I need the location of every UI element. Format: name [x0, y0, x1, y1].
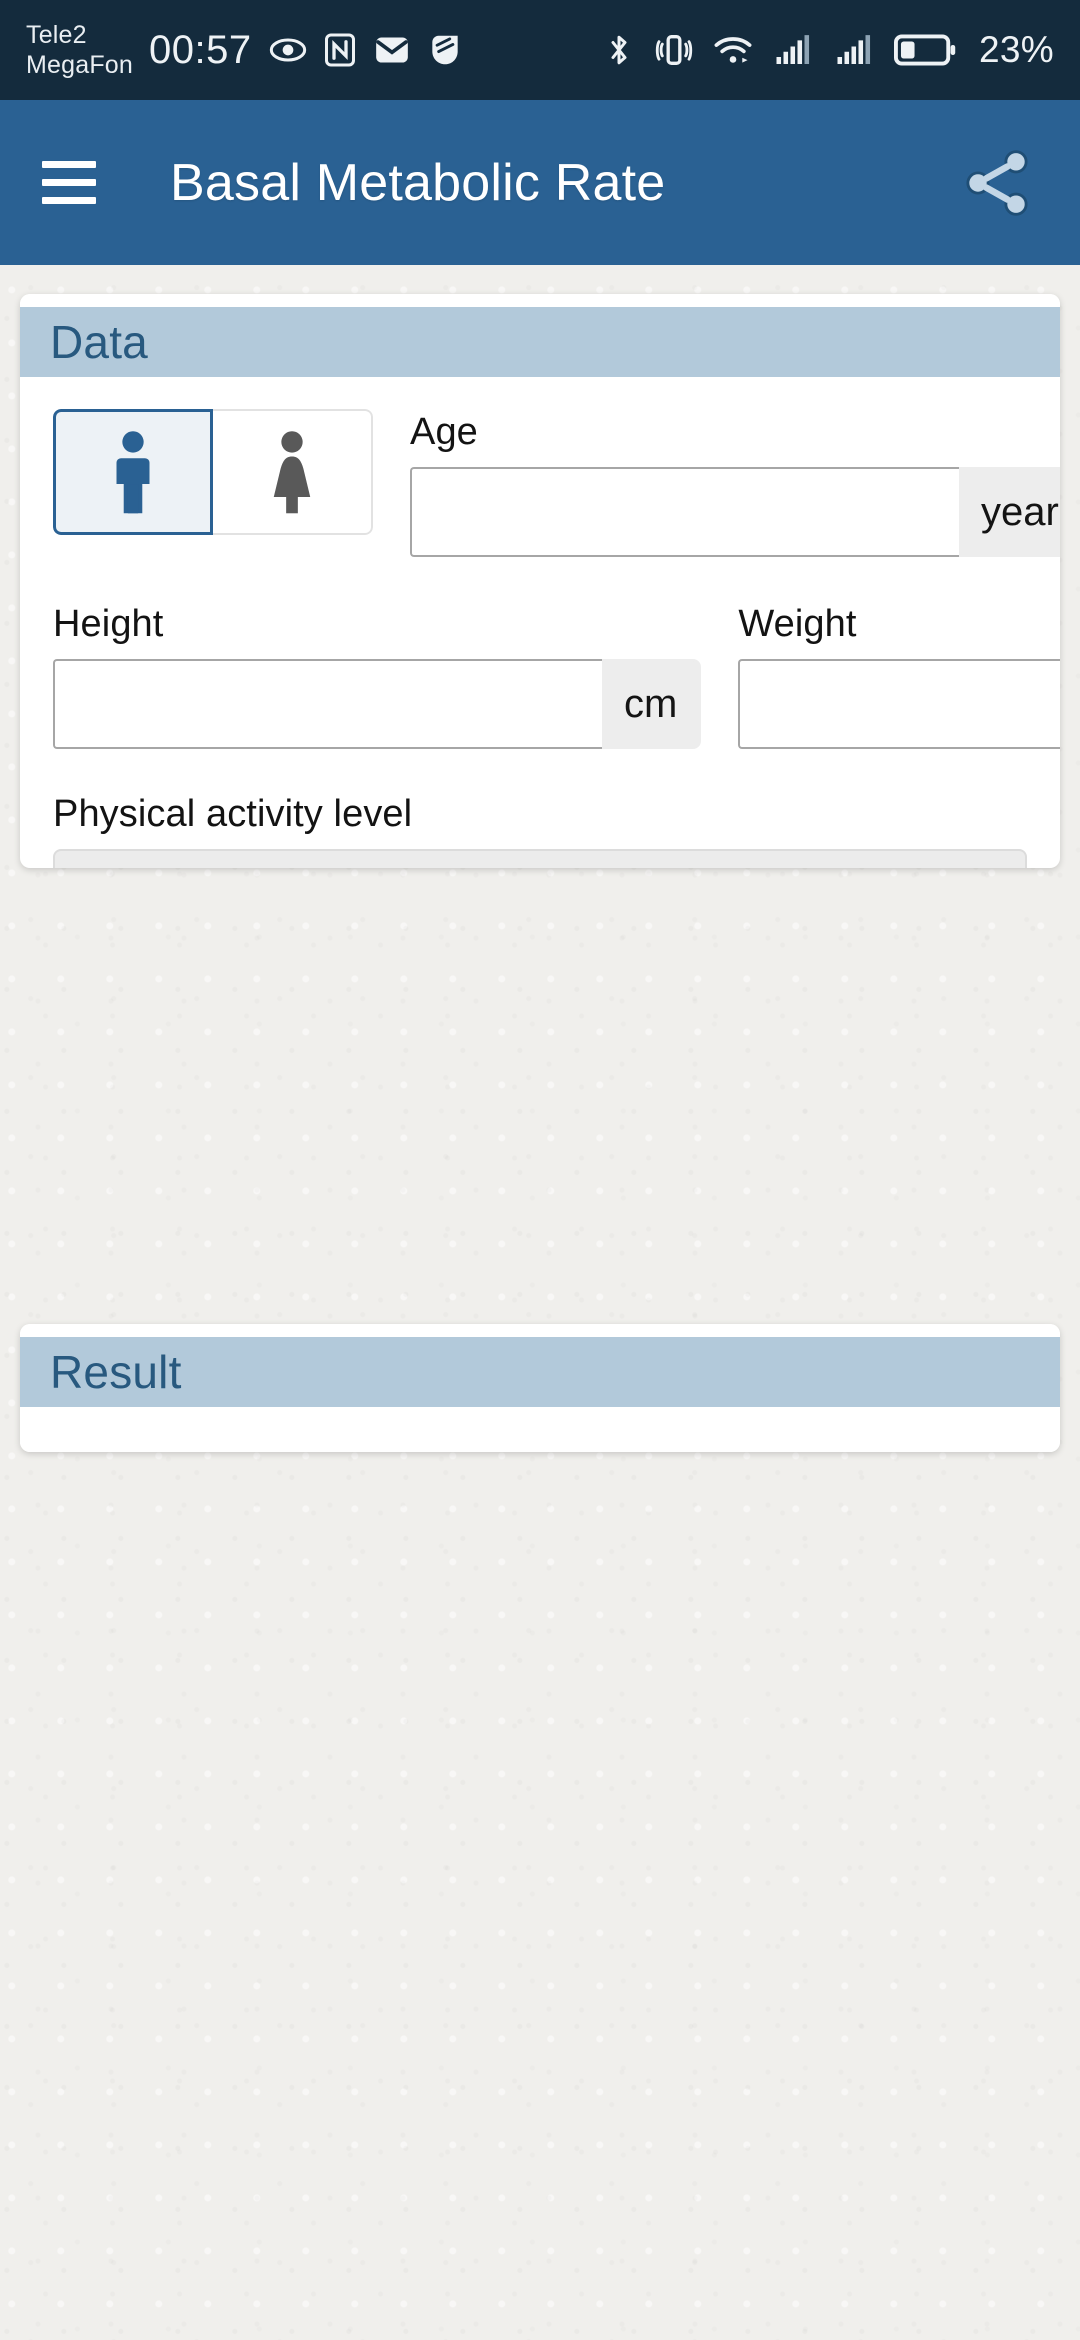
weight-field-group: Weight kg	[738, 601, 1060, 749]
data-card-header: Data	[20, 307, 1060, 377]
weight-input[interactable]	[738, 659, 1060, 749]
gender-selector	[53, 409, 373, 535]
result-card-header: Result	[20, 1337, 1060, 1407]
height-label: Height	[53, 603, 164, 645]
app-icon	[426, 30, 464, 70]
activity-select[interactable]: Basal metabolic rate	[53, 849, 1027, 868]
data-card-title: Data	[50, 316, 148, 368]
hamburger-icon[interactable]	[42, 161, 96, 204]
hamburger-bar	[42, 161, 96, 168]
gender-age-row: Age years	[53, 409, 1060, 557]
weight-label: Weight	[738, 603, 857, 645]
battery-percent: 23%	[979, 29, 1054, 70]
height-input[interactable]	[53, 659, 602, 749]
carrier-labels: Tele2 MegaFon	[26, 20, 133, 80]
male-figure-icon	[116, 431, 150, 514]
vibrate-icon	[654, 29, 694, 71]
status-system-icons: 23%	[601, 29, 1054, 71]
mail-icon	[372, 30, 412, 70]
status-bar: Tele2 MegaFon 00:57 23%	[0, 0, 1080, 100]
age-label: Age	[410, 411, 478, 453]
card-top-spacer	[20, 294, 1060, 307]
female-figure-icon	[273, 431, 311, 514]
status-clock: 00:57	[149, 27, 252, 72]
age-input-combo: years	[410, 467, 1060, 557]
bluetooth-icon	[601, 29, 637, 71]
nfc-icon	[322, 30, 358, 70]
result-card-title: Result	[50, 1346, 182, 1398]
battery-icon	[894, 29, 956, 71]
activity-field-group: Physical activity level Basal metabolic …	[53, 791, 1027, 868]
app-bar: Basal Metabolic Rate	[0, 100, 1080, 265]
height-unit: cm	[602, 659, 702, 749]
hamburger-bar	[42, 179, 96, 186]
status-notification-icons	[268, 30, 464, 70]
gender-option-female[interactable]	[213, 409, 373, 535]
share-icon[interactable]	[956, 142, 1038, 224]
page-title: Basal Metabolic Rate	[170, 153, 666, 212]
age-field-group: Age years	[410, 409, 1060, 557]
data-card: Data Age year Height cm Weight Physical …	[20, 294, 1060, 868]
height-input-combo: cm	[53, 659, 702, 749]
wifi-icon	[711, 29, 755, 71]
hamburger-bar	[42, 197, 96, 204]
age-unit: years	[959, 467, 1060, 557]
signal-sim2-icon	[833, 29, 877, 71]
weight-input-combo: kg	[738, 659, 1060, 749]
app-screen: Tele2 MegaFon 00:57 23% Basal Metabolic …	[0, 0, 1080, 2340]
data-card-body: Age years Height cm Weight	[20, 377, 1060, 868]
eye-icon	[268, 30, 308, 70]
result-card-body	[20, 1407, 1060, 1452]
card-top-spacer	[20, 1324, 1060, 1337]
height-field-group: Height cm	[53, 601, 702, 749]
activity-label: Physical activity level	[53, 793, 413, 835]
result-card: Result	[20, 1324, 1060, 1452]
carrier-line-2: MegaFon	[26, 51, 134, 79]
carrier-line-1: Tele2	[26, 21, 87, 49]
age-input[interactable]	[410, 467, 959, 557]
signal-sim1-icon	[772, 29, 816, 71]
height-weight-row: Height cm Weight kg	[53, 601, 1060, 749]
gender-option-male[interactable]	[53, 409, 213, 535]
